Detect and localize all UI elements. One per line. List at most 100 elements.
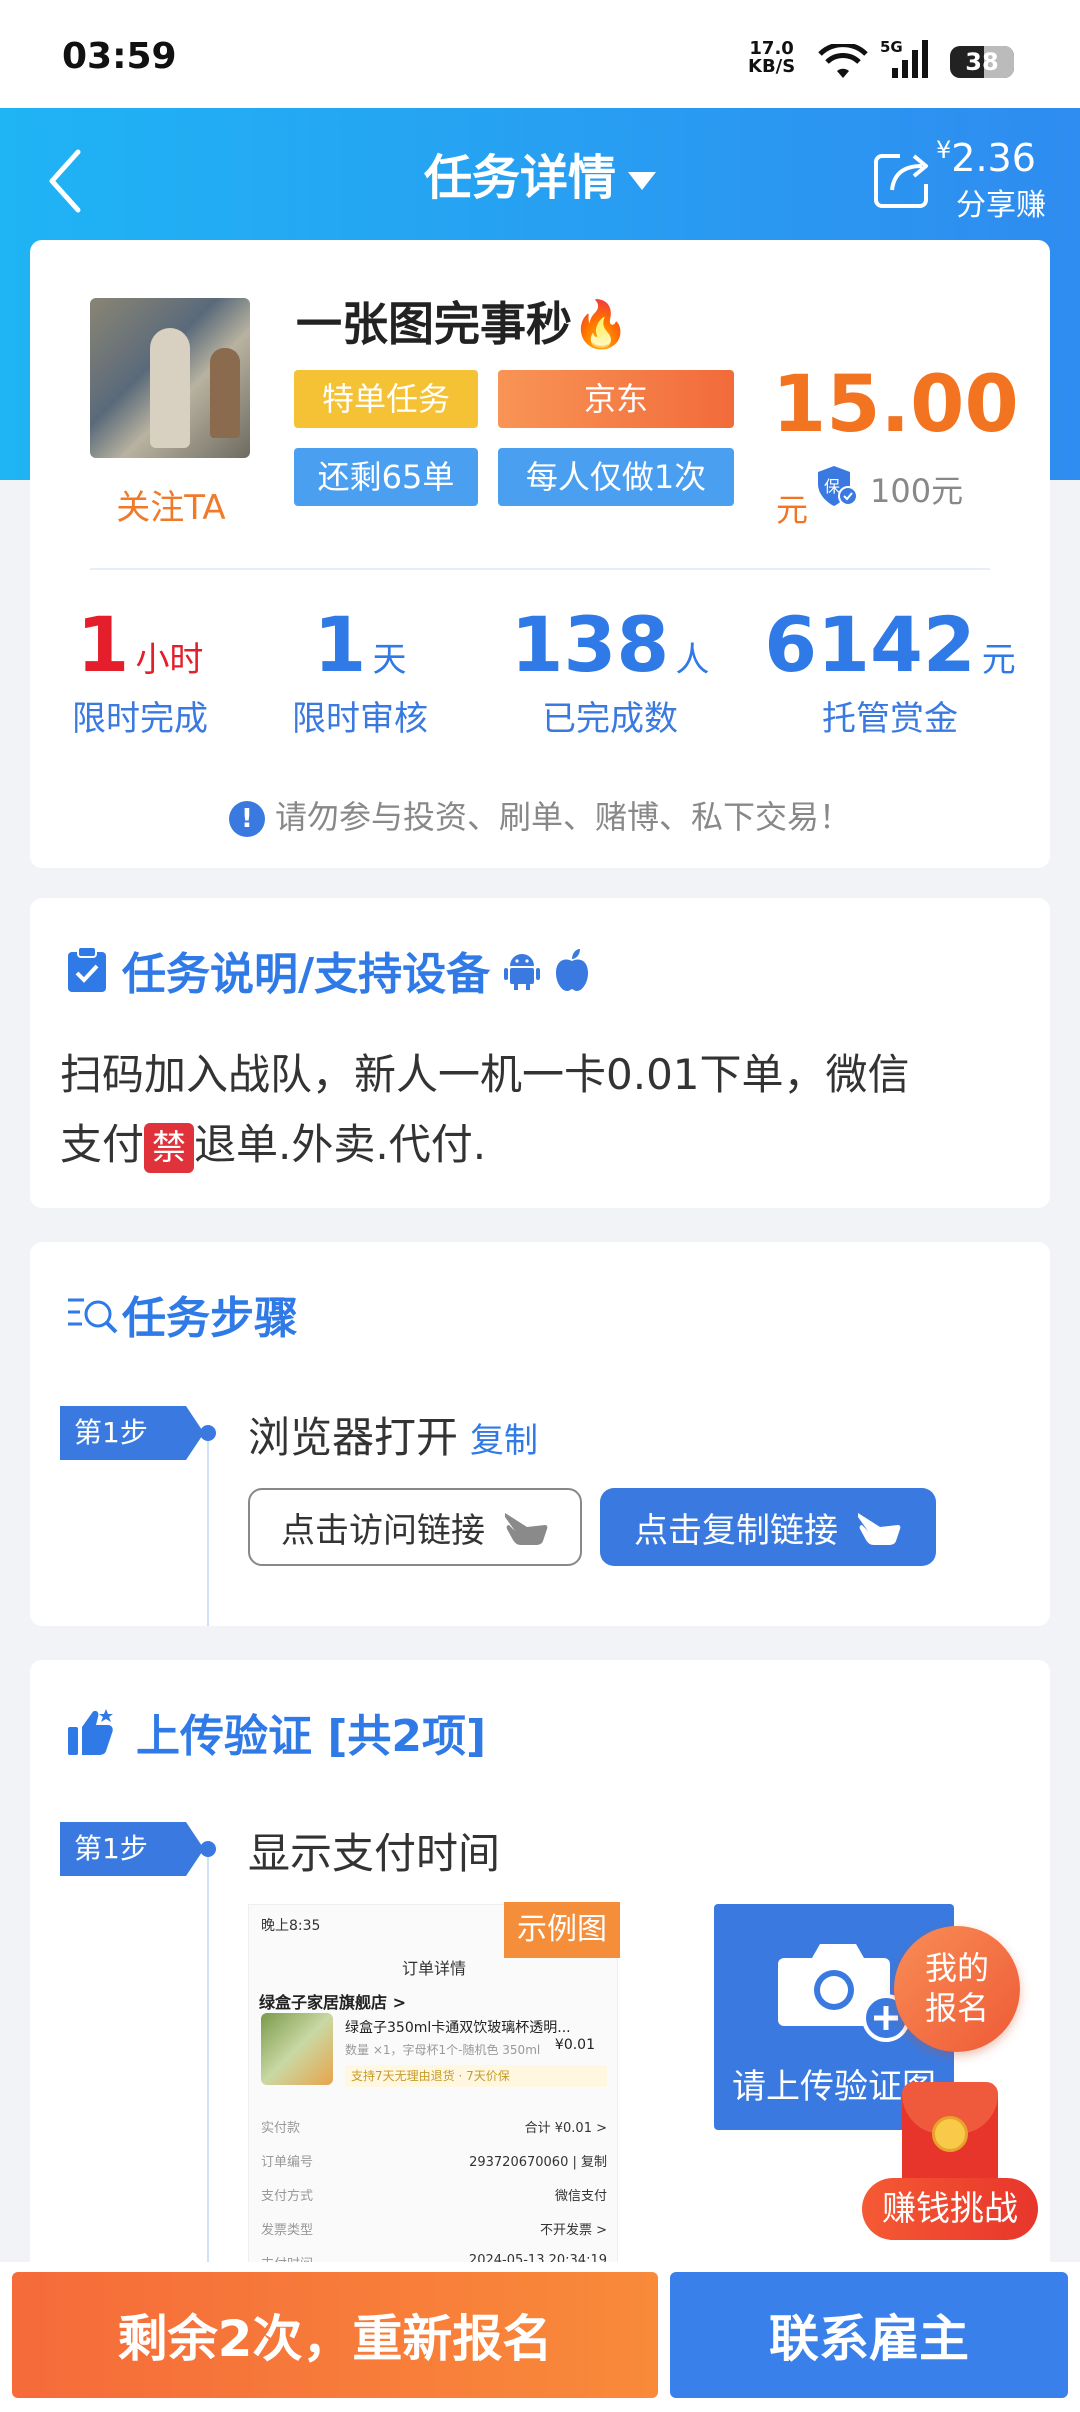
dropdown-triangle-icon [628, 172, 656, 190]
description-fragment: 支付 [60, 1120, 145, 1169]
thumbs-up-icon [68, 1709, 113, 1755]
share-icon[interactable] [872, 148, 934, 210]
status-bar: 03:59 17.0 KB/S 5G 38 [0, 0, 1080, 108]
risk-warning: ! 请勿参与投资、刷单、赌博、私下交易！ [30, 792, 1050, 838]
step-title-text: 浏览器打开 [248, 1413, 459, 1462]
pointing-hand-icon [858, 1513, 901, 1545]
price-unit: 元 [776, 491, 809, 529]
stat-value: 6142 [764, 600, 976, 689]
copy-link[interactable]: 复制 [470, 1421, 538, 1461]
stat-unit: 人 [675, 640, 710, 680]
button-label: 点击复制链接 [634, 1510, 838, 1551]
wifi-icon [818, 44, 868, 78]
example-row-key: 支付方式 [261, 2189, 314, 2204]
example-product-name: 绿盒子350ml卡通双饮玻璃杯透明... [345, 2020, 571, 2036]
example-label: 示例图 [504, 1902, 620, 1958]
example-screenshot[interactable]: 晚上8:35 订单详情 绿盒子家居旗舰店 > 绿盒子350ml卡通双饮玻璃杯透明… [248, 1904, 618, 2324]
example-title: 订单详情 [401, 1959, 466, 1978]
example-row-value: 293720670060 | 复制 [469, 2155, 607, 2170]
example-row-value: 微信支付 [554, 2189, 607, 2204]
step-badge: 第1步 [60, 1822, 204, 1876]
my-registration-button[interactable]: 我的 报名 [894, 1926, 1020, 2052]
stat-label: 已完成数 [542, 699, 678, 739]
stat-label: 限时审核 [292, 699, 428, 739]
stat-escrow: 6142 元 托管赏金 [760, 600, 1020, 740]
net-speed: 17.0 KB/S [748, 40, 795, 76]
guarantee-deposit: 100元 [870, 472, 964, 510]
example-product-price: ¥0.01 [554, 2037, 595, 2053]
status-time: 03:59 [62, 36, 177, 77]
step-title: 显示支付时间 [248, 1829, 501, 1878]
step-badge: 第1步 [60, 1406, 204, 1460]
stat-unit: 元 [981, 640, 1016, 680]
example-row: 发票类型 不开发票 > [261, 2219, 607, 2238]
step-line [207, 1441, 209, 1626]
camera-plus-icon [778, 1944, 910, 2042]
earn-challenge-button[interactable]: 赚钱挑战 [862, 2178, 1038, 2240]
example-row-value: 不开发票 > [539, 2223, 607, 2238]
android-icon [504, 954, 541, 990]
task-name: 一张图完事秒🔥 [296, 297, 630, 351]
stat-label: 托管赏金 [822, 699, 958, 739]
tag-special-task: 特单任务 [294, 370, 478, 428]
task-price: 15.00 元 [772, 360, 1050, 540]
share-currency: ¥ [936, 136, 952, 164]
copy-link-button[interactable]: 点击复制链接 [600, 1488, 936, 1566]
clipboard-check-icon [68, 946, 106, 992]
description-heading: 任务说明/支持设备 [66, 938, 590, 1002]
stat-unit: 小时 [135, 640, 204, 680]
stat-value: 138 [510, 600, 670, 689]
publisher-avatar[interactable] [90, 298, 250, 458]
example-product-sub: 数量 ×1，字母杯1个-随机色 350ml [345, 2043, 541, 2057]
contact-employer-button[interactable]: 联系雇主 [670, 2272, 1068, 2398]
task-description-card: 任务说明/支持设备 扫码加入战队，新人一机一卡0.01下单，微信 支付禁退单.外… [30, 898, 1050, 1208]
description-text: 扫码加入战队，新人一机一卡0.01下单，微信 支付禁退单.外卖.代付. [60, 1040, 1020, 1180]
example-row-key: 发票类型 [261, 2223, 314, 2238]
warning-text: 请勿参与投资、刷单、赌博、私下交易！ [274, 798, 851, 836]
share-earn-label[interactable]: 分享赚 [956, 180, 1046, 224]
button-label: 点击访问链接 [281, 1510, 485, 1551]
prohibited-icon: 禁 [144, 1122, 195, 1173]
task-summary-card: 关注TA 一张图完事秒🔥 特单任务 京东 还剩65单 每人仅做1次 15.00 元… [30, 240, 1050, 868]
step-dot [200, 1425, 216, 1441]
float-label: 报名 [924, 1989, 989, 2027]
stat-value: 1 [76, 600, 130, 689]
example-row-value: 合计 ¥0.01 > [524, 2121, 607, 2136]
description-line: 支付禁退单.外卖.代付. [60, 1110, 1020, 1180]
follow-button[interactable]: 关注TA [86, 480, 256, 529]
stat-unit: 天 [372, 640, 407, 680]
stat-label: 限时完成 [72, 699, 208, 739]
share-reward-amount[interactable]: ¥2.36 [936, 136, 1036, 180]
example-return-note: 支持7天无理由退货 · 7天价保 [345, 2065, 607, 2087]
cell-signal-icon: 5G [880, 38, 936, 84]
exclamation-icon: ! [228, 801, 265, 837]
reapply-button[interactable]: 剩余2次，重新报名 [12, 2272, 658, 2398]
section-title: 上传验证 [共2项] [136, 1711, 487, 1762]
tag-remaining: 还剩65单 [294, 448, 478, 506]
visit-link-button[interactable]: 点击访问链接 [248, 1488, 582, 1566]
page-title-text: 任务详情 [423, 150, 616, 206]
example-row: 实付款 合计 ¥0.01 > [261, 2117, 607, 2136]
step-title: 浏览器打开 复制 [248, 1404, 538, 1465]
example-row-key: 实付款 [261, 2121, 301, 2136]
net-speed-unit: KB/S [748, 56, 796, 77]
list-search-icon [68, 1298, 118, 1334]
stat-value: 1 [313, 600, 367, 689]
example-shop: 绿盒子家居旗舰店 > [259, 1993, 406, 2012]
svg-text:保: 保 [824, 477, 840, 496]
example-row-key: 订单编号 [261, 2155, 314, 2170]
example-time: 晚上8:35 [261, 1918, 321, 1934]
upload-heading: 上传验证 [共2项] [66, 1700, 486, 1764]
tag-platform: 京东 [498, 370, 734, 428]
pointing-hand-icon [505, 1513, 548, 1545]
float-label: 我的 [924, 1949, 989, 1987]
signal-type-label: 5G [880, 38, 903, 56]
stat-completed: 138 人 已完成数 [500, 600, 720, 740]
guarantee-shield-icon: 保 [818, 466, 858, 506]
description-line: 扫码加入战队，新人一机一卡0.01下单，微信 [60, 1050, 910, 1099]
step-dot [200, 1841, 216, 1857]
steps-heading: 任务步骤 [66, 1282, 298, 1346]
task-steps-card: 任务步骤 第1步 浏览器打开 复制 点击访问链接 点击复制链接 [30, 1242, 1050, 1626]
example-row: 订单编号 293720670060 | 复制 [261, 2151, 607, 2170]
battery-icon: 38 [950, 46, 1014, 78]
